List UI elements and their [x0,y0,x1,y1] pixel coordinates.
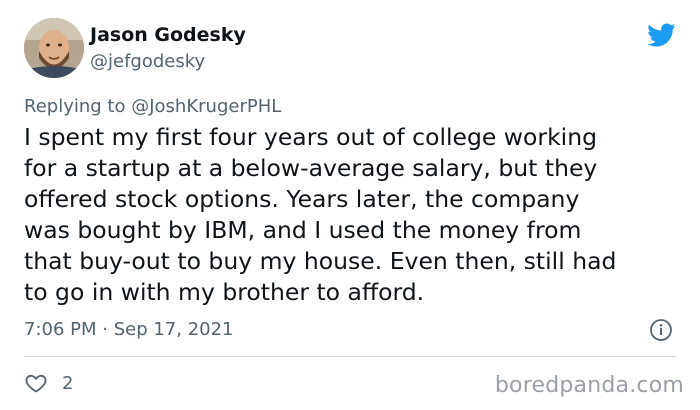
heart-icon [24,371,48,395]
like-button[interactable]: 2 [24,371,73,395]
tweet-text-line: offered stock options. Years later, the … [24,185,580,213]
tweet-card: Jason Godesky @jefgodesky Replying to @J… [0,0,700,410]
tweet-text-line: to go in with my brother to afford. [24,278,425,306]
watermark: boredpanda.com [494,373,684,398]
replying-to: Replying to @JoshKrugerPHL [24,96,281,117]
replying-to-mention[interactable]: @JoshKrugerPHL [131,96,281,117]
author-handle[interactable]: @jefgodesky [90,51,205,72]
avatar[interactable] [24,18,84,78]
tweet-text-line: that buy-out to buy my house. Even then,… [24,247,617,275]
tweet-timestamp[interactable]: 7:06 PM · Sep 17, 2021 [24,319,234,340]
twitter-bird-icon[interactable] [646,20,676,50]
tweet-text-line: I spent my first four years out of colle… [24,123,598,151]
tweet-text-line: for a startup at a below-average salary,… [24,154,598,182]
author-name[interactable]: Jason Godesky [90,24,246,46]
avatar-photo [24,18,84,78]
replying-prefix: Replying to [24,96,126,117]
tweet-text-line: was bought by IBM, and I used the money … [24,216,582,244]
tweet-text: I spent my first four years out of colle… [24,122,684,308]
info-icon[interactable] [649,318,673,342]
divider [24,356,676,357]
like-count: 2 [62,372,74,394]
